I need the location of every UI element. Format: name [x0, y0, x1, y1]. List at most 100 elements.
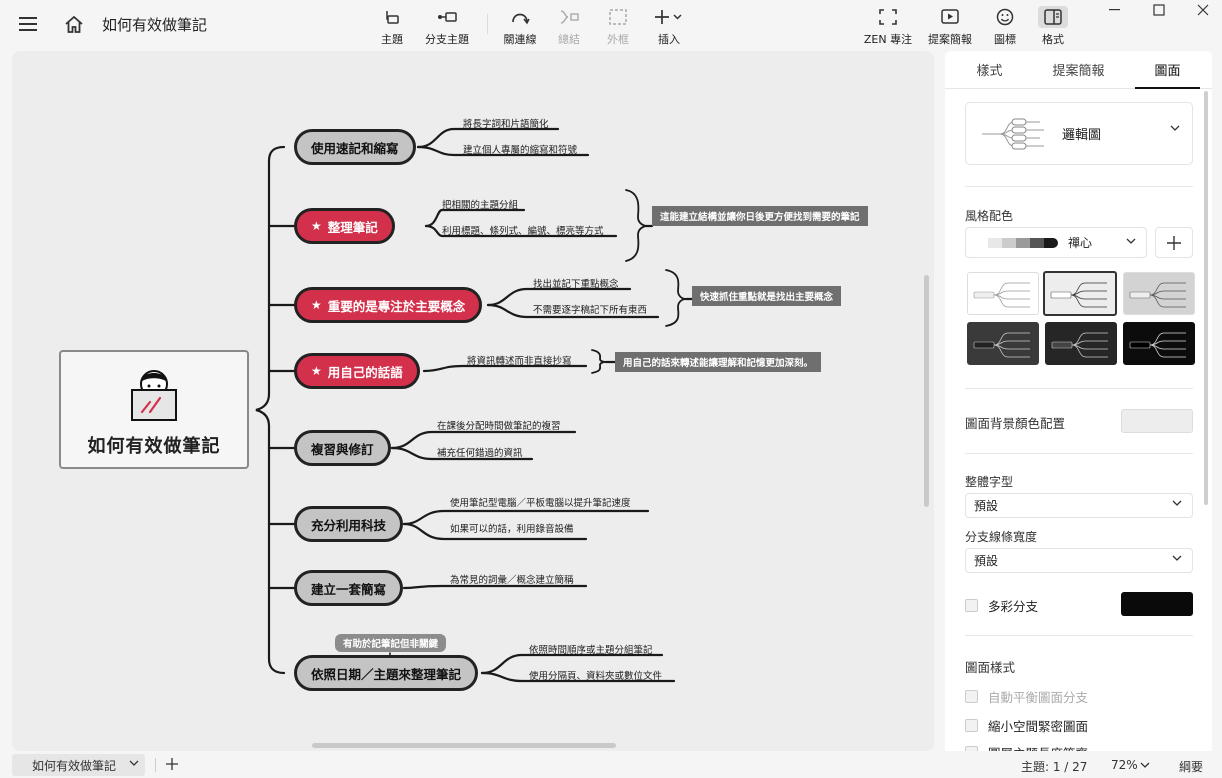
format-label: 格式 [1042, 33, 1064, 46]
topic-shorthand[interactable]: 使用速記和縮寫 [294, 129, 416, 165]
font-label: 整體字型 [965, 475, 1014, 489]
checkbox[interactable] [965, 599, 978, 612]
subtopic[interactable]: 如果可以的話，利用錄音設備 [450, 521, 574, 535]
font-select[interactable]: 預設 [965, 493, 1193, 518]
callout-note[interactable]: 用自己的話來轉述能讓理解和記憶更加深刻。 [615, 352, 822, 372]
zen-mode-button[interactable]: ZEN 專注 [858, 6, 918, 47]
outline-button[interactable]: 綱要 [1179, 758, 1203, 775]
insert-button[interactable]: 插入 [639, 6, 699, 47]
checkbox[interactable] [965, 690, 978, 703]
color-theme-select[interactable]: 禪心 [965, 227, 1147, 258]
theme-swatch [988, 237, 1002, 248]
subtopic[interactable]: 將資訊轉述而非直接抄寫 [467, 353, 572, 367]
subtopic[interactable]: 在課後分配時間做筆記的複習 [437, 418, 561, 432]
bg-color-label: 圖面背景顏色配置 [965, 416, 1066, 431]
chevron-down-icon [1170, 125, 1180, 131]
central-topic[interactable]: 如何有效做筆記 [59, 350, 249, 469]
checkbox[interactable] [965, 746, 978, 751]
pitch-button[interactable]: 提案簡報 [920, 6, 980, 47]
format-button[interactable]: 格式 [1023, 6, 1083, 47]
theme-thumbnail[interactable] [1123, 322, 1195, 365]
chevron-down-icon [129, 760, 139, 766]
rainbow-color-picker[interactable] [1121, 592, 1193, 616]
subtopic[interactable]: 把相關的主題分組 [442, 197, 518, 211]
callout-note[interactable]: 這能建立結構並讓你日後更方便找到需要的筆記 [652, 206, 868, 226]
hamburger-menu-icon[interactable] [14, 10, 42, 38]
topic-organize-notes[interactable]: ★ 整理筆記 [294, 208, 395, 244]
mind-map-canvas[interactable]: 如何有效做筆記 使用速記和縮寫 將長字詞和片語簡化 建立個人專屬的縮寫和符號 ★… [12, 51, 934, 751]
subtopic[interactable]: 使用筆記型電腦／平板電腦以提升筆記速度 [450, 495, 631, 509]
subtopic[interactable]: 找出並記下重點概念 [533, 276, 619, 290]
topic-button[interactable]: 主題 [362, 6, 422, 47]
chevron-down-icon [1172, 555, 1182, 561]
theme-thumbnail[interactable] [967, 322, 1039, 365]
subtopic[interactable]: 使用分隔頁、資料夾或數位文件 [529, 668, 662, 682]
vertical-scrollbar[interactable] [924, 275, 929, 507]
topic-technology[interactable]: 充分利用科技 [294, 506, 404, 542]
theme-thumbnail[interactable] [967, 272, 1039, 315]
minimize-icon[interactable] [1095, 0, 1135, 20]
subtopic-button[interactable]: 分支主題 [417, 6, 477, 47]
theme-swatch [1002, 237, 1016, 248]
subtopic[interactable]: 將長字詞和片語簡化 [463, 116, 549, 130]
tab-map[interactable]: 圖面 [1123, 51, 1212, 89]
topic-label: 建立一套簡寫 [311, 581, 387, 597]
zoom-level[interactable]: 72% [1111, 758, 1150, 772]
topic-label: 複習與修訂 [311, 441, 374, 457]
color-theme-name: 禪心 [1068, 236, 1093, 250]
star-icon: ★ [311, 219, 322, 233]
subtopic[interactable]: 利用標題、條列式、編號、標亮等方式 [442, 223, 604, 237]
plus-icon [1167, 235, 1181, 250]
horizontal-scrollbar[interactable] [312, 743, 616, 748]
add-theme-button[interactable] [1155, 227, 1193, 258]
subtopic[interactable]: 不需要逐字稿記下所有東西 [533, 302, 647, 316]
branch-width-select[interactable]: 預設 [965, 548, 1193, 573]
icon-label: 圖標 [994, 33, 1016, 46]
format-panel-icon [1038, 6, 1068, 28]
panel-scrollbar[interactable] [1204, 91, 1208, 505]
topic-abbreviation-system[interactable]: 建立一套簡寫 [294, 570, 404, 606]
tab-style[interactable]: 樣式 [945, 51, 1034, 88]
chevron-down-icon [1126, 238, 1136, 244]
boundary-label: 外框 [607, 33, 629, 46]
tab-pitch[interactable]: 提案簡報 [1034, 51, 1123, 88]
theme-thumbnail[interactable] [1045, 322, 1117, 365]
sheet-tab[interactable]: 如何有效做筆記 [12, 754, 145, 776]
floating-topic[interactable]: 有助於記筆記但非關鍵 [335, 634, 447, 652]
note-taking-illustration [131, 370, 177, 421]
insert-label: 插入 [658, 33, 680, 46]
subtopic[interactable]: 建立個人專屬的縮寫和符號 [463, 142, 577, 156]
auto-balance-option[interactable]: 自動平衡圖面分支 [965, 687, 1088, 706]
add-sheet-button[interactable] [163, 755, 181, 773]
bg-color-picker[interactable] [1121, 409, 1193, 433]
maximize-icon[interactable] [1139, 0, 1179, 20]
equal-length-option[interactable]: 圖層主題長度等齊 [965, 743, 1088, 751]
topic-label: 充分利用科技 [311, 517, 387, 533]
compact-map-option[interactable]: 縮小空間緊密圖面 [965, 716, 1088, 735]
topic-review[interactable]: 複習與修訂 [294, 430, 391, 466]
smiley-icon [996, 6, 1014, 28]
subtopic[interactable]: 依照時間順序或主題分組筆記 [529, 642, 653, 656]
plus-icon [166, 758, 178, 770]
document-title[interactable]: 如何有效做筆記 [102, 14, 207, 35]
topic-organize-by-date[interactable]: 依照日期／主題來整理筆記 [294, 655, 479, 691]
auto-balance-label: 自動平衡圖面分支 [988, 690, 1089, 705]
structure-select[interactable]: 邏輯圖 [965, 102, 1193, 165]
callout-note[interactable]: 快速抓住重點就是找出主要概念 [692, 286, 842, 306]
subtopic-label: 分支主題 [425, 33, 469, 46]
theme-thumbnail[interactable] [1123, 272, 1195, 315]
structure-name: 邏輯圖 [1062, 128, 1102, 143]
subtopic[interactable]: 為常見的詞彙／概念建立簡稱 [450, 572, 574, 586]
topic-main-concepts[interactable]: ★ 重要的是專注於主要概念 [294, 287, 483, 323]
topic-own-words[interactable]: ★ 用自己的話語 [294, 353, 420, 389]
panel-tabs: 樣式 提案簡報 圖面 [945, 51, 1212, 89]
map-style-label: 圖面樣式 [965, 660, 1016, 675]
close-icon[interactable] [1183, 0, 1222, 20]
branch-width-label: 分支線條寬度 [965, 530, 1038, 544]
theme-thumbnail-selected[interactable] [1043, 271, 1117, 316]
subtopic[interactable]: 補充任何錯過的資訊 [437, 445, 523, 459]
checkbox[interactable] [965, 719, 978, 732]
rainbow-branch-option[interactable]: 多彩分支 [965, 596, 1038, 615]
home-icon[interactable] [60, 10, 88, 38]
top-toolbar: 如何有效做筆記 主題 分支主題 關連線 總結 外框 插入 ZEN 專注 提案簡報… [0, 0, 1222, 50]
